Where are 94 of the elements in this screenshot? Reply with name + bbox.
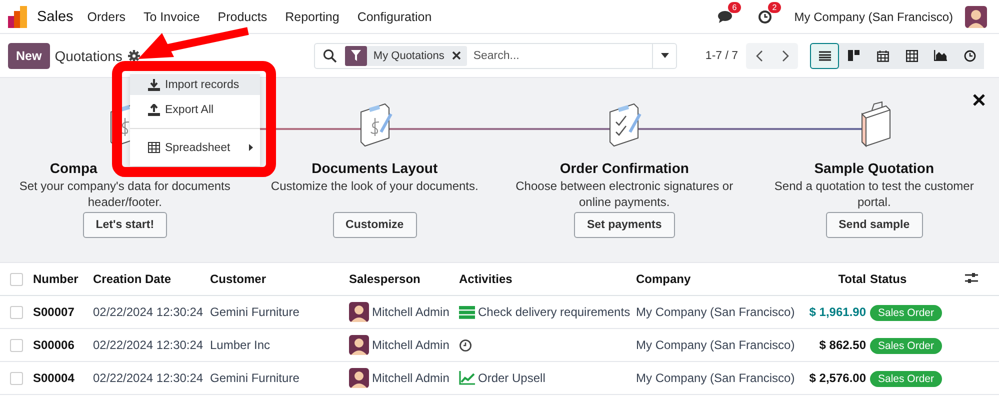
- menu-item[interactable]: Spreadsheet: [130, 137, 260, 158]
- row-checkbox[interactable]: [10, 372, 23, 386]
- view-switch-button[interactable]: [810, 42, 840, 68]
- table-cell: S00004: [33, 371, 74, 385]
- table-cell: $ 2,576.00: [809, 371, 866, 385]
- table-cell: Lumber Inc: [210, 338, 270, 352]
- step-description: Customize the look of your documents.: [270, 178, 480, 195]
- table-cell: 02/22/2024 12:30:24: [93, 371, 204, 385]
- step-button[interactable]: Set payments: [574, 212, 675, 238]
- clock-icon[interactable]: [459, 338, 472, 352]
- table-cell: Mitchell Admin: [372, 371, 450, 385]
- notification-badge: 6: [728, 2, 741, 12]
- table-cell: S00007: [33, 305, 74, 319]
- row-checkbox[interactable]: [10, 306, 23, 320]
- caret-icon: [660, 53, 669, 58]
- table-cell: Mitchell Admin: [372, 338, 450, 352]
- select-all-checkbox[interactable]: [10, 273, 23, 286]
- status-badge: Sales Order: [870, 305, 942, 321]
- page-title: Quotations: [54, 48, 122, 64]
- table-cell: S00006: [33, 338, 74, 352]
- row-checkbox[interactable]: [10, 339, 23, 352]
- menu-item[interactable]: Configuration: [357, 10, 432, 24]
- close-icon[interactable]: [973, 94, 985, 106]
- grid-icon: [906, 50, 918, 62]
- activity-label: Check delivery requirements: [478, 305, 630, 319]
- step-button[interactable]: Let's start!: [82, 212, 168, 238]
- menu-item[interactable]: Import records: [130, 74, 260, 95]
- table-cell: My Company (San Francisco): [636, 338, 795, 352]
- column-header[interactable]: Activities: [459, 272, 512, 286]
- step-description: Choose between electronic signatures or online payments.: [514, 178, 734, 210]
- step-button[interactable]: Customize: [332, 212, 417, 238]
- pager-value[interactable]: 1-7 / 7: [705, 50, 738, 62]
- user-avatar[interactable]: [965, 6, 987, 28]
- status-badge: Sales Order: [870, 371, 942, 387]
- menu-item[interactable]: Reporting: [285, 10, 340, 24]
- table-cell: 02/22/2024 12:30:24: [93, 305, 204, 319]
- column-header[interactable]: Total: [838, 272, 866, 286]
- menu-item[interactable]: Products: [218, 10, 268, 24]
- search-icon: [323, 48, 338, 62]
- notification-badge: 2: [768, 2, 781, 12]
- chevron-right-icon: [782, 50, 789, 62]
- step-title: Compa: [50, 160, 98, 176]
- trend-chart-icon[interactable]: [459, 371, 475, 385]
- status-badge: Sales Order: [870, 338, 942, 354]
- menu-item[interactable]: Orders: [87, 10, 126, 24]
- tasks-icon[interactable]: [459, 306, 475, 318]
- upload-icon: [148, 104, 160, 116]
- clock-icon: [964, 50, 976, 62]
- column-header[interactable]: Company: [636, 272, 691, 286]
- table-cell: My Company (San Francisco): [636, 305, 795, 319]
- filter-icon: [351, 50, 362, 61]
- step-description: Send a quotation to test the customer portal.: [773, 178, 975, 210]
- calendar-icon: [876, 50, 889, 62]
- table-icon: [148, 142, 160, 153]
- column-header[interactable]: Salesperson: [349, 272, 420, 286]
- table-cell: Mitchell Admin: [372, 305, 450, 319]
- step-button[interactable]: Send sample: [826, 212, 923, 238]
- activity-label: Order Upsell: [478, 371, 546, 385]
- app-logo-icon[interactable]: [8, 6, 28, 28]
- step-title: Order Confirmation: [560, 160, 689, 176]
- close-icon[interactable]: [452, 51, 462, 60]
- avatar: [349, 368, 369, 388]
- new-button[interactable]: New: [8, 42, 50, 68]
- step-description: Set your company's data for documents header/footer.: [18, 178, 232, 210]
- list-icon: [818, 50, 831, 60]
- search-bar[interactable]: My Quotations Search...: [314, 42, 678, 68]
- column-header[interactable]: Number: [33, 272, 78, 286]
- menu-item[interactable]: Export All: [130, 99, 260, 120]
- chevron-left-icon: [756, 50, 763, 62]
- column-header[interactable]: Customer: [210, 272, 266, 286]
- table-cell: Gemini Furniture: [210, 371, 300, 385]
- table-cell: 02/22/2024 12:30:24: [93, 338, 204, 352]
- step-title: Documents Layout: [312, 160, 438, 176]
- company-switcher[interactable]: My Company (San Francisco): [794, 10, 953, 24]
- search-input[interactable]: Search...: [467, 48, 652, 62]
- table-cell: $ 862.50: [819, 338, 866, 352]
- sliders-icon[interactable]: [965, 272, 978, 284]
- area-chart-icon: [934, 50, 948, 61]
- clock-icon[interactable]: [758, 10, 772, 24]
- app-name[interactable]: Sales: [37, 8, 74, 24]
- caret-right-icon: [249, 144, 253, 151]
- column-header[interactable]: Creation Date: [93, 272, 172, 286]
- facet-label: My Quotations: [372, 50, 446, 62]
- table-cell: $ 1,961.90: [809, 305, 866, 319]
- step-title: Sample Quotation: [814, 160, 934, 176]
- column-header[interactable]: Status: [870, 272, 907, 286]
- table-cell: My Company (San Francisco): [636, 371, 795, 385]
- avatar: [349, 335, 369, 355]
- menu-item[interactable]: To Invoice: [143, 10, 200, 24]
- filter-facet[interactable]: My Quotations: [345, 46, 468, 66]
- download-icon: [148, 78, 160, 90]
- avatar: [349, 302, 369, 322]
- kanban-icon: [848, 50, 860, 61]
- table-cell: Gemini Furniture: [210, 305, 300, 319]
